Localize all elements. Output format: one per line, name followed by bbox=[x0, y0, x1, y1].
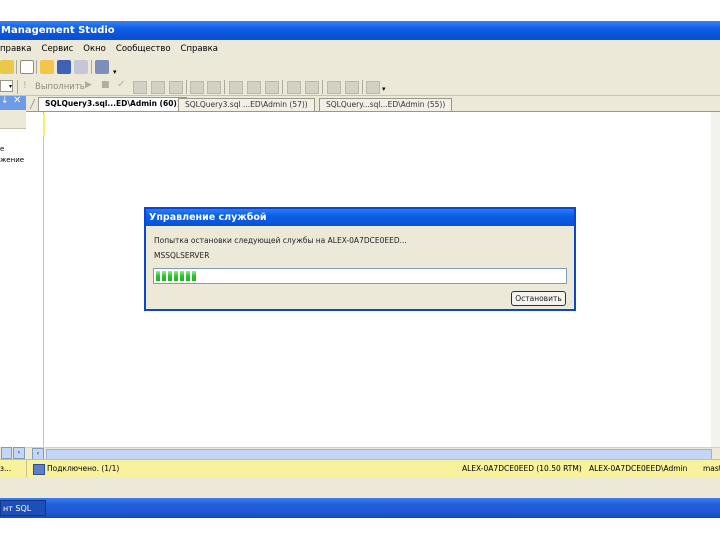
database-name: mast bbox=[703, 464, 720, 473]
query-designer-icon bbox=[151, 81, 165, 94]
pin-icon[interactable]: ↓ bbox=[1, 96, 9, 106]
decrease-indent-icon bbox=[327, 81, 341, 94]
progress-bar bbox=[153, 268, 567, 284]
actual-plan-icon bbox=[190, 81, 204, 94]
editor-vertical-scrollbar[interactable] bbox=[711, 112, 720, 447]
progress-segment bbox=[186, 271, 190, 281]
progress-segment bbox=[168, 271, 172, 281]
activity-monitor-icon[interactable] bbox=[95, 60, 109, 74]
database-dropdown[interactable]: ▾ bbox=[0, 80, 13, 92]
tab-query-3[interactable]: SQLQuery...sql...ED\Admin (55)) bbox=[319, 98, 453, 111]
save-icon[interactable] bbox=[57, 60, 71, 74]
change-marker bbox=[43, 114, 45, 136]
server-name: ALEX-0A7DCE0EED (10.50 RTM) bbox=[462, 464, 582, 473]
execute-button[interactable]: Выполнить bbox=[35, 82, 85, 92]
menu-bar: правка Сервис Окно Сообщество Справка bbox=[0, 40, 720, 57]
progress-segment bbox=[174, 271, 178, 281]
intellisense-icon bbox=[169, 81, 183, 94]
open-folder-icon[interactable] bbox=[40, 60, 54, 74]
comment-icon bbox=[287, 81, 301, 94]
resize-grip-icon[interactable]: ⋰ bbox=[566, 301, 572, 308]
parse-icon: ✓ bbox=[117, 79, 126, 90]
tree-item-fragment[interactable]: е bbox=[0, 145, 4, 153]
results-text-icon bbox=[229, 81, 243, 94]
status-divider bbox=[26, 460, 27, 478]
new-query-icon[interactable] bbox=[0, 60, 14, 74]
menu-help[interactable]: Справка bbox=[181, 44, 218, 54]
service-name: MSSQLSERVER bbox=[154, 251, 210, 260]
taskbar bbox=[0, 498, 720, 518]
connected-icon bbox=[33, 464, 45, 475]
status-bar: з... Подключено. (1/1) ALEX-0A7DCE0EED (… bbox=[0, 459, 720, 478]
document-tab-strip: SQLQuery3.sql...ED\Admin (60)) SQLQuery3… bbox=[26, 96, 720, 112]
progress-segment bbox=[192, 271, 196, 281]
client-stats-icon bbox=[207, 81, 221, 94]
menu-window[interactable]: Окно bbox=[83, 44, 106, 54]
execute-icon: ! bbox=[23, 81, 27, 91]
results-grid-icon bbox=[247, 81, 261, 94]
editor-gutter bbox=[26, 112, 44, 448]
window-title: Management Studio bbox=[0, 21, 720, 40]
sql-editor-toolbar: ▾ ! ▶ ■ ✓ ▾ bbox=[0, 77, 720, 96]
increase-indent-icon bbox=[345, 81, 359, 94]
toolbar-overflow-icon-2[interactable]: ▾ bbox=[382, 85, 386, 93]
scroll-right-icon[interactable]: › bbox=[13, 447, 25, 459]
status-strip bbox=[0, 477, 720, 498]
progress-segment bbox=[180, 271, 184, 281]
results-file-icon bbox=[265, 81, 279, 94]
object-explorer-scrollbar[interactable]: › bbox=[0, 447, 26, 459]
tree-item-fragment-2[interactable]: жение bbox=[0, 156, 24, 164]
estimated-plan-icon bbox=[133, 81, 147, 94]
tab-query-active[interactable]: SQLQuery3.sql...ED\Admin (60)) bbox=[38, 97, 188, 111]
cancel-query-icon: ■ bbox=[101, 80, 110, 90]
standard-toolbar: ▾ bbox=[0, 57, 720, 77]
new-file-icon[interactable] bbox=[20, 60, 34, 74]
progress-segment bbox=[162, 271, 166, 281]
object-explorer-header: ↓ ✕ bbox=[0, 95, 26, 110]
tab-query-2[interactable]: SQLQuery3.sql ...ED\Admin (57)) bbox=[178, 98, 315, 111]
debug-icon: ▶ bbox=[85, 80, 92, 90]
taskbar-item[interactable]: нт SQL bbox=[0, 500, 46, 516]
menu-edit[interactable]: правка bbox=[0, 44, 32, 54]
status-left-fragment: з... bbox=[0, 464, 12, 473]
toolbar-overflow-icon[interactable]: ▾ bbox=[113, 68, 117, 76]
uncomment-icon bbox=[305, 81, 319, 94]
save-all-icon[interactable] bbox=[74, 60, 88, 74]
user-name: ALEX-0A7DCE0EED\Admin bbox=[589, 464, 688, 473]
object-explorer-toolbar bbox=[0, 110, 26, 129]
dialog-title: Управление службой bbox=[146, 209, 574, 226]
connection-status: Подключено. (1/1) bbox=[47, 464, 120, 473]
menu-community[interactable]: Сообщество bbox=[116, 44, 171, 54]
service-control-dialog: Управление службой Попытка остановки сле… bbox=[144, 207, 576, 311]
scroll-thumb[interactable] bbox=[1, 447, 12, 459]
specify-values-icon bbox=[366, 81, 380, 94]
close-pane-icon[interactable]: ✕ bbox=[13, 95, 21, 106]
dialog-message: Попытка остановки следующей службы на AL… bbox=[154, 236, 407, 245]
progress-segment bbox=[156, 271, 160, 281]
menu-tools[interactable]: Сервис bbox=[42, 44, 74, 54]
stop-button[interactable]: Остановить bbox=[511, 291, 566, 306]
